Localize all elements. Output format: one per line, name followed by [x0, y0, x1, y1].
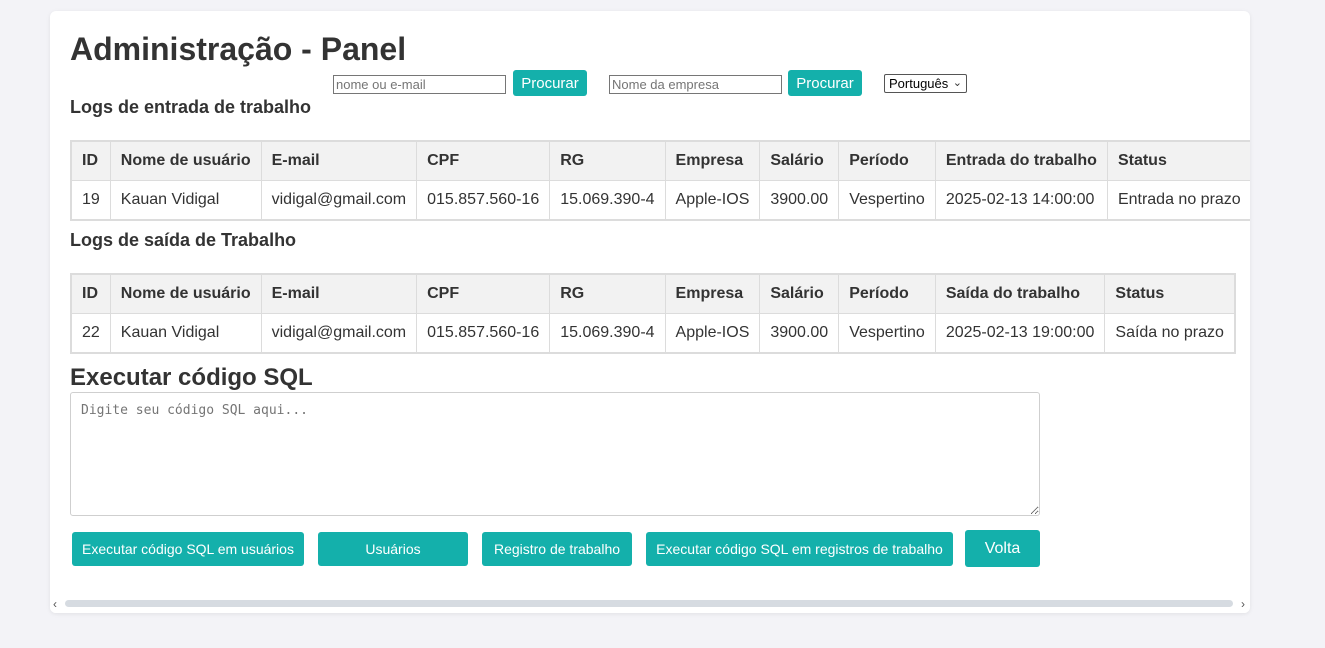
column-header: Status: [1106, 140, 1250, 181]
chevron-left-icon[interactable]: ‹: [53, 596, 57, 613]
users-button[interactable]: Usuários: [318, 532, 468, 566]
column-header: E-mail: [260, 140, 418, 181]
table-cell: 22: [70, 313, 111, 354]
run-sql-users-button[interactable]: Executar código SQL em usuários: [72, 532, 304, 566]
table-row: 22 Kauan Vidigal vidigal@gmail.com 015.857.…: [70, 313, 1236, 354]
table-cell: vidigal@gmail.com: [260, 180, 418, 221]
language-select[interactable]: Português ⌄: [884, 74, 967, 93]
table-cell: 3900.00: [759, 313, 840, 354]
user-search-button[interactable]: Procurar: [513, 70, 587, 96]
exit-logs-title: Logs de saída de Trabalho: [70, 230, 297, 250]
back-button[interactable]: Volta: [965, 530, 1040, 567]
column-header: Período: [838, 140, 936, 181]
table-cell: vidigal@gmail.com: [260, 313, 418, 354]
column-header: RG: [549, 273, 666, 314]
column-header: ID: [70, 140, 111, 181]
page-title: Administração - Panel: [70, 31, 407, 67]
company-search-button[interactable]: Procurar: [788, 70, 862, 96]
column-header: Salário: [759, 273, 840, 314]
table-cell: Apple-IOS: [664, 313, 761, 354]
table-cell: 015.857.560-16: [416, 313, 551, 354]
company-search-input[interactable]: [609, 75, 782, 94]
table-cell: Saída no prazo: [1104, 313, 1236, 354]
exit-logs-table: ID Nome de usuário E-mail CPF RG Empresa Salár…: [70, 273, 1236, 354]
column-header: CPF: [416, 273, 551, 314]
table-cell: 19: [70, 180, 111, 221]
table-cell: 2025-02-13 19:00:00: [934, 313, 1106, 354]
work-log-button[interactable]: Registro de trabalho: [482, 532, 632, 566]
column-header: CPF: [416, 140, 551, 181]
table-cell: 15.069.390-4: [549, 313, 666, 354]
column-header: Período: [838, 273, 936, 314]
column-header: Nome de usuário: [109, 140, 262, 181]
column-header: Entrada do trabalho: [934, 140, 1108, 181]
user-search-input[interactable]: [333, 75, 506, 94]
column-header: E-mail: [260, 273, 418, 314]
sql-code-input[interactable]: [70, 392, 1040, 516]
horizontal-scrollbar[interactable]: ‹ ›: [50, 596, 1250, 613]
column-header: Salário: [759, 140, 840, 181]
search-bar: Procurar Procurar Português ⌄: [50, 70, 1250, 96]
column-header: Empresa: [664, 273, 761, 314]
table-cell: 3900.00: [759, 180, 840, 221]
chevron-right-icon[interactable]: ›: [1241, 596, 1245, 613]
column-header: Status: [1104, 273, 1236, 314]
admin-panel: Administração - Panel Procurar Procurar …: [50, 11, 1250, 613]
language-select-value: Português: [889, 76, 949, 91]
table-cell: Entrada no prazo: [1106, 180, 1250, 221]
column-header: RG: [549, 140, 666, 181]
scrollbar-thumb[interactable]: [65, 600, 1233, 607]
table-row: 19 Kauan Vidigal vidigal@gmail.com 015.857.…: [70, 180, 1250, 221]
table-cell: Vespertino: [838, 180, 936, 221]
table-cell: 015.857.560-16: [416, 180, 551, 221]
table-header-row: ID Nome de usuário E-mail CPF RG Empresa Salár…: [70, 140, 1250, 181]
column-header: ID: [70, 273, 111, 314]
table-cell: Kauan Vidigal: [109, 180, 262, 221]
column-header: Nome de usuário: [109, 273, 262, 314]
table-cell: 2025-02-13 14:00:00: [934, 180, 1108, 221]
table-header-row: ID Nome de usuário E-mail CPF RG Empresa Salár…: [70, 273, 1236, 314]
entry-logs-title: Logs de entrada de trabalho: [70, 97, 312, 117]
entry-logs-table: ID Nome de usuário E-mail CPF RG Empresa Salár…: [70, 140, 1250, 221]
table-cell: Apple-IOS: [664, 180, 761, 221]
sql-section-title: Executar código SQL: [70, 364, 313, 391]
table-cell: Kauan Vidigal: [109, 313, 262, 354]
table-cell: Vespertino: [838, 313, 936, 354]
chevron-down-icon: ⌄: [952, 77, 962, 89]
column-header: Saída do trabalho: [934, 273, 1106, 314]
table-cell: 15.069.390-4: [549, 180, 666, 221]
column-header: Empresa: [664, 140, 761, 181]
run-sql-work-logs-button[interactable]: Executar código SQL em registros de trab…: [646, 532, 953, 566]
